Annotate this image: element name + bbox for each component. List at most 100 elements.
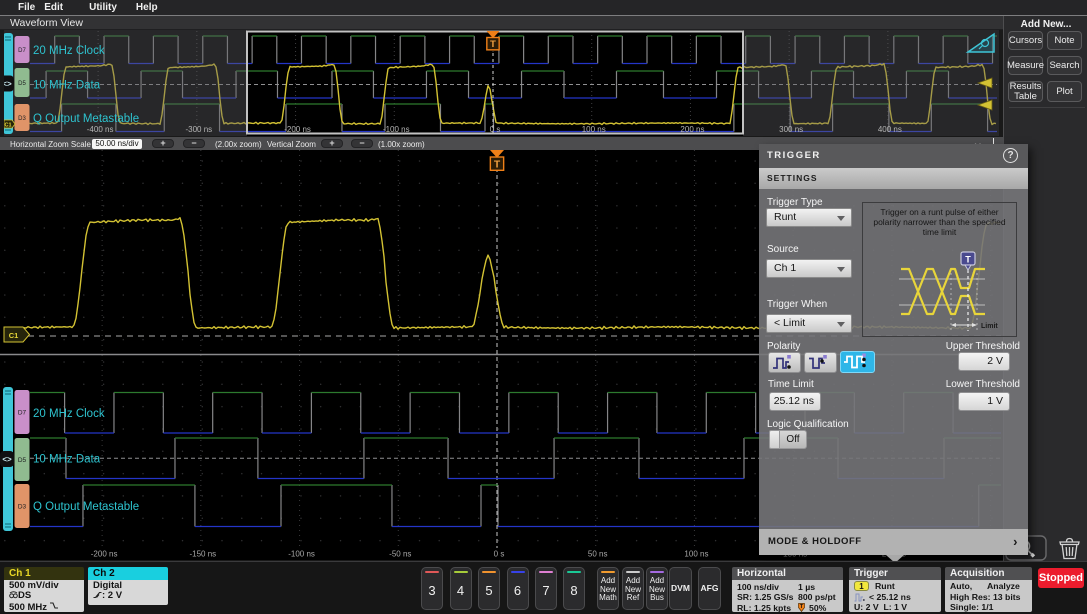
trigger-type-dropdown[interactable]: Runt (766, 207, 852, 227)
channel-label-D7: 20 MHz Clock (33, 408, 105, 420)
upper-threshold-input[interactable]: 2 V (958, 352, 1010, 371)
v-zoom-plus-button[interactable]: + (321, 139, 343, 148)
polarity-positive-icon (787, 354, 791, 359)
threshold-icon (93, 592, 102, 599)
lower-threshold-input[interactable]: 1 V (958, 391, 1010, 411)
logic-qualification-label: Logic Qualification (767, 418, 849, 430)
channel-6-button[interactable]: 6 (506, 567, 529, 610)
add-new-bus-button[interactable]: Add New Bus (646, 567, 668, 610)
overview-axis-label: -300 ns (185, 125, 212, 134)
menu-edit[interactable]: Edit (44, 2, 63, 13)
trigger-source-badge: 1 (854, 580, 869, 591)
diagram-trigger-flag: T (960, 250, 976, 271)
polarity-label: Polarity (767, 341, 801, 352)
source-label: Source (767, 244, 799, 255)
main-axis-label: 50 ns (588, 550, 608, 559)
overview-axis-label: -100 ns (383, 125, 410, 134)
main-axis-label: 0 s (494, 550, 505, 559)
channel-4-button[interactable]: 4 (449, 567, 472, 610)
afg-button[interactable]: AFG (698, 567, 721, 610)
channel-3-button[interactable]: 3 (421, 567, 443, 610)
overview-axis-label: 0 s (490, 125, 501, 134)
horizontal-info-panel[interactable]: Horizontal 100 ns/div 1 µs SR: 1.25 GS/s… (732, 567, 843, 612)
channel-2-threshold: : 2 V (93, 591, 168, 601)
channel-5-button[interactable]: 5 (478, 567, 500, 610)
channel-6-color (510, 571, 525, 573)
waveform-view-title: Waveform View (10, 17, 83, 29)
tab-settings[interactable]: SETTINGS (759, 168, 1028, 189)
channel-7-button[interactable]: 7 (535, 567, 557, 610)
mode-holdoff-bar[interactable]: MODE & HOLDOFF › (759, 529, 1028, 555)
logic-qualification-toggle[interactable] (769, 429, 780, 449)
channel-1-badge[interactable]: Ch 1 500 mV/div DS 500 MHz (4, 567, 84, 612)
channel-1-bandwidth: 500 MHz (9, 602, 84, 612)
polarity-positive-button[interactable] (768, 351, 801, 373)
add-new-math-button[interactable]: Add New Math (597, 567, 619, 610)
time-limit-label: Time Limit (768, 379, 814, 390)
channel-label-D7: 20 MHz Clock (33, 45, 105, 57)
trash-button[interactable] (1059, 537, 1080, 560)
trigger-panel-body: Trigger Type Runt Source Ch 1 Trigger Wh… (759, 189, 1028, 529)
trigger-badge-label: T (494, 159, 501, 170)
overview-axis-label: -200 ns (284, 125, 311, 134)
v-zoom-minus-button[interactable]: − (351, 139, 373, 148)
add-new-ref-button[interactable]: Add New Ref (622, 567, 644, 610)
channel-8-color (567, 571, 581, 573)
menu-file[interactable]: File (18, 2, 35, 13)
horizontal-zoom-scale-input[interactable]: 50.00 ns/div (92, 138, 142, 149)
acquisition-info-panel[interactable]: Acquisition Auto, Analyze High Res: 13 b… (945, 567, 1032, 612)
trigger-when-dropdown[interactable]: < Limit (766, 313, 852, 333)
trigger-info-panel[interactable]: Trigger 1 Runt < 25.12 ns U: 2 V L: 1 V (849, 567, 941, 612)
channel-2-badge[interactable]: Ch 2 Digital : 2 V (88, 567, 168, 605)
svg-text:C1: C1 (4, 122, 11, 128)
dvm-button[interactable]: DVM (669, 567, 692, 610)
polarity-negative-button[interactable] (804, 351, 837, 373)
main-axis-label: 100 ns (684, 550, 708, 559)
chevron-right-icon: › (1013, 534, 1018, 549)
overview-strip[interactable]: <> D7 20 MHz Clock D5 10 MHz Data D3 Q Output … (4, 30, 999, 136)
waveform-view-titlebar: Waveform View (0, 16, 1003, 30)
source-dropdown[interactable]: Ch 1 (766, 258, 852, 278)
vertical-zoom-label: Vertical Zoom (267, 140, 316, 149)
chevron-down-icon (837, 266, 845, 272)
channel-8-button[interactable]: 8 (563, 567, 585, 610)
bandwidth-icon (49, 602, 58, 609)
trigger-when-label: Trigger When (767, 299, 828, 310)
main-axis-label: -100 ns (288, 550, 315, 559)
overview-axis-label: 400 ns (878, 125, 902, 134)
menu-help[interactable]: Help (136, 2, 158, 13)
menu-bar: File Edit Utility Help (0, 0, 1087, 15)
channel-tab-label: D5 (18, 457, 27, 464)
diagram-limit-label: Limit (981, 323, 998, 330)
menu-utility[interactable]: Utility (89, 2, 117, 13)
logic-qualification-state[interactable]: Off (780, 429, 807, 449)
h-zoom-minus-button[interactable]: − (183, 139, 205, 148)
horizontal-info-title: Horizontal (732, 567, 843, 580)
chevron-down-icon (837, 215, 845, 221)
channel-3-color (425, 571, 439, 573)
channel-1-probe: DS (9, 591, 84, 601)
overview-dim-right (743, 30, 999, 136)
h-zoom-plus-button[interactable]: + (152, 139, 174, 148)
polarity-negative-icon (823, 354, 827, 359)
runt-condition-icon (854, 593, 865, 601)
channel-5-color (482, 571, 496, 573)
ref-color (626, 571, 640, 573)
main-axis-label: -200 ns (91, 550, 118, 559)
svg-text:C1: C1 (9, 331, 19, 340)
overview-axis-label: 300 ns (779, 125, 803, 134)
upper-threshold-label: Upper Threshold (945, 341, 1020, 352)
channel-label-D5: 10 MHz Data (33, 453, 101, 465)
expansion-point-icon: T (798, 603, 805, 612)
stopped-button[interactable]: Stopped (1038, 568, 1084, 588)
runt-trigger-diagram: T Limit (899, 250, 998, 331)
trigger-settings-panel: TRIGGER ? SETTINGS Trigger Type Runt Sou… (759, 144, 1028, 563)
channel-label-D3: Q Output Metastable (33, 113, 139, 125)
time-limit-input[interactable]: 25.12 ns (769, 391, 821, 411)
resize-icon: <> (2, 455, 12, 464)
trigger-badge-label: T (490, 39, 496, 50)
help-icon[interactable]: ? (1003, 148, 1018, 163)
trigger-info-title: Trigger (849, 567, 941, 580)
polarity-either-button[interactable] (840, 350, 875, 373)
main-axis-label: -50 ns (389, 550, 411, 559)
